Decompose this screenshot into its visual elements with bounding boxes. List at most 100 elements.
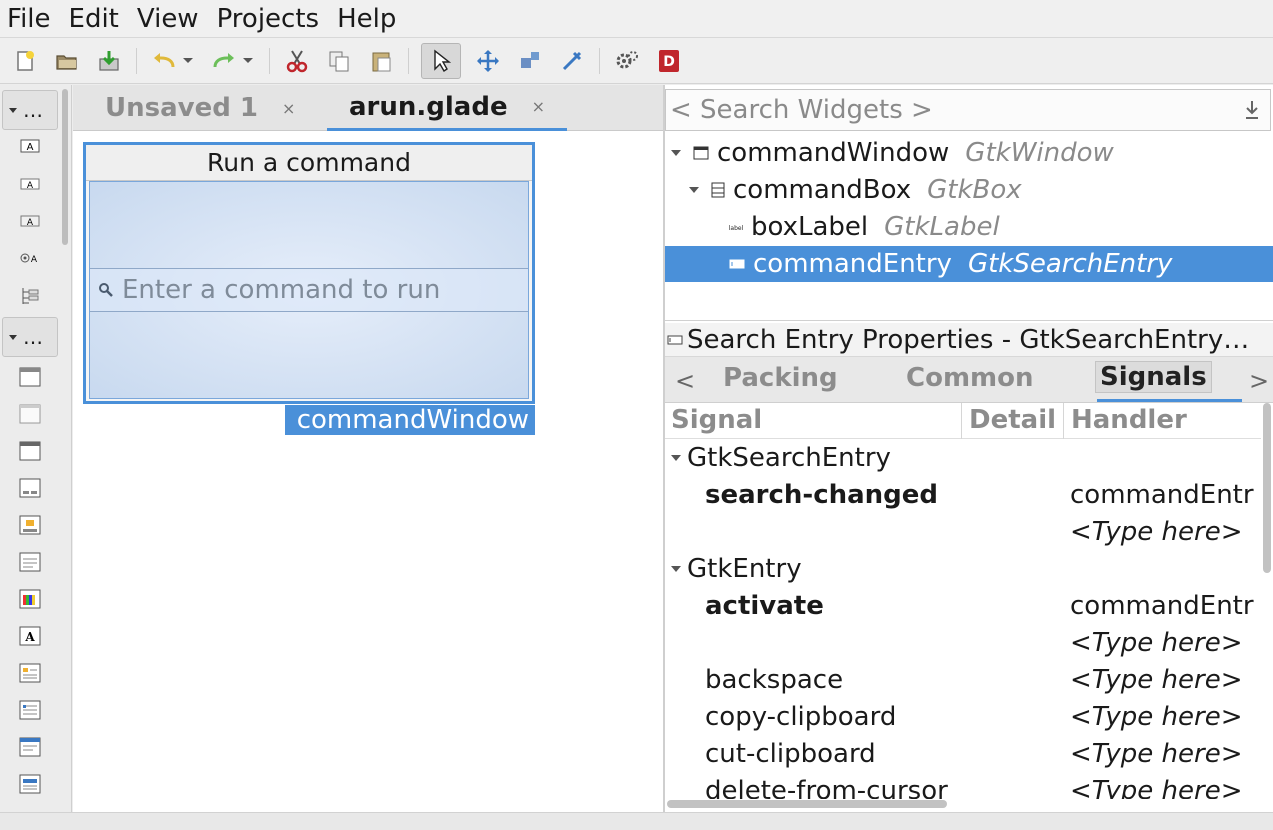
pin-icon [562, 51, 582, 70]
signal-handler[interactable]: <Type here> [1070, 702, 1243, 732]
tab-label: Unsaved 1 [105, 93, 258, 123]
close-icon[interactable]: × [282, 99, 295, 118]
menu-edit[interactable]: Edit [69, 4, 119, 34]
svg-text:A: A [27, 218, 34, 228]
alignment-edit-button[interactable] [557, 46, 587, 76]
tab-packing[interactable]: Packing [723, 363, 838, 393]
column-detail[interactable]: Detail [969, 405, 1056, 435]
palette-scrollbar[interactable] [62, 89, 68, 245]
tab-scroll-left-button[interactable]: < [675, 367, 695, 395]
tab-scroll-right-button[interactable]: > [1249, 367, 1269, 395]
palette-recentchooser-icon[interactable] [18, 699, 42, 721]
palette-label-icon[interactable]: A [18, 135, 42, 157]
column-handler[interactable]: Handler [1071, 405, 1187, 435]
signal-row[interactable]: copy-clipboard <Type here> [665, 698, 1261, 735]
toolbar-separator [408, 47, 409, 74]
palette-colorchooser-icon[interactable] [18, 588, 42, 610]
palette-offscreen-icon[interactable] [18, 403, 42, 425]
palette-appchooser-icon[interactable] [18, 773, 42, 795]
signal-row[interactable]: backspace <Type here> [665, 661, 1261, 698]
palette-radio-icon[interactable]: A [18, 247, 42, 269]
menu-file[interactable]: File [7, 4, 51, 34]
palette-aboutdialog-icon[interactable] [18, 551, 42, 573]
signal-handler[interactable]: <Type here> [1070, 517, 1243, 547]
signal-handler[interactable]: <Type here> [1070, 628, 1243, 658]
palette-messagedialog-icon[interactable] [18, 514, 42, 536]
tab-signals[interactable]: Signals [1095, 361, 1212, 393]
new-file-button[interactable] [10, 46, 40, 76]
select-mode-button[interactable] [421, 42, 461, 79]
palette-group-containers[interactable]: … [2, 317, 58, 357]
save-icon [99, 50, 119, 71]
redo-button[interactable] [209, 46, 239, 76]
signal-handler[interactable]: <Type here> [1070, 739, 1243, 769]
signal-row[interactable]: <Type here> [665, 624, 1261, 661]
cut-button[interactable] [282, 46, 312, 76]
signal-row[interactable]: activate commandEntr [665, 587, 1261, 624]
palette-tree-icon[interactable] [18, 285, 42, 307]
tree-row-commandentry[interactable]: commandEntry GtkSearchEntry [665, 246, 1273, 282]
chevron-down-icon[interactable] [689, 187, 699, 193]
undo-dropdown[interactable] [183, 46, 195, 76]
widget-palette: … A A A A … A [0, 85, 72, 812]
palette-fontchooser-icon[interactable]: A [18, 625, 42, 647]
redo-dropdown[interactable] [243, 46, 255, 76]
menu-projects[interactable]: Projects [217, 4, 320, 34]
signal-row[interactable]: cut-clipboard <Type here> [665, 735, 1261, 772]
palette-assistant-icon[interactable] [18, 736, 42, 758]
signal-row[interactable]: delete-from-cursor <Type here> [665, 772, 1261, 799]
open-button[interactable] [52, 46, 82, 76]
property-tabs: < Packing Common Signals > [665, 357, 1273, 403]
preferences-button[interactable] [612, 46, 642, 76]
drag-resize-button[interactable] [473, 46, 503, 76]
chevron-down-icon[interactable] [671, 455, 681, 461]
palette-text-icon[interactable]: A [18, 173, 42, 195]
signal-group-row[interactable]: GtkEntry [665, 550, 1261, 587]
command-box-preview[interactable]: Enter a command to run [89, 181, 529, 399]
signal-group-row[interactable]: GtkSearchEntry [665, 439, 1261, 476]
statusbar [0, 812, 1273, 830]
command-entry-preview[interactable]: Enter a command to run [90, 268, 528, 312]
signals-horizontal-scrollbar[interactable] [667, 800, 947, 808]
paste-button[interactable] [366, 46, 396, 76]
tree-item-type: GtkSearchEntry [967, 249, 1173, 279]
widget-search-input[interactable]: < Search Widgets > [665, 89, 1271, 131]
undo-button[interactable] [149, 46, 179, 76]
command-window-preview[interactable]: Run a command Enter a command to run [83, 142, 535, 404]
signal-handler[interactable]: commandEntr [1070, 480, 1254, 510]
tree-row-boxlabel[interactable]: label boxLabel GtkLabel [665, 209, 1273, 245]
tab-common[interactable]: Common [906, 363, 1034, 393]
signals-vertical-scrollbar[interactable] [1263, 403, 1271, 573]
sort-icon[interactable] [1242, 98, 1262, 122]
chevron-down-icon[interactable] [671, 150, 681, 156]
folder-open-icon [56, 54, 77, 70]
palette-filechooser-icon[interactable] [18, 662, 42, 684]
signal-row[interactable]: search-changed commandEntr [665, 476, 1261, 513]
chevron-down-icon[interactable] [671, 566, 681, 572]
palette-group-toplevels[interactable]: … [2, 90, 58, 130]
palette-window-icon[interactable] [18, 366, 42, 388]
palette-entry-icon[interactable]: A [18, 210, 42, 232]
signal-handler[interactable]: <Type here> [1070, 776, 1243, 799]
signal-row[interactable]: <Type here> [665, 513, 1261, 550]
tree-row-commandbox[interactable]: commandBox GtkBox [665, 172, 1273, 208]
devhelp-icon: D [659, 49, 679, 72]
signal-handler[interactable]: <Type here> [1070, 665, 1243, 695]
properties-title: Search Entry Properties - GtkSearchEntry… [665, 323, 1273, 357]
save-button[interactable] [94, 46, 124, 76]
column-signal[interactable]: Signal [671, 405, 762, 435]
tab-arun-glade[interactable]: arun.glade × [327, 85, 567, 131]
menu-view[interactable]: View [137, 4, 199, 34]
palette-dialog-icon[interactable] [18, 477, 42, 499]
tree-row-commandwindow[interactable]: commandWindow GtkWindow [665, 135, 1273, 171]
copy-button[interactable] [324, 46, 354, 76]
margin-edit-button[interactable] [515, 46, 545, 76]
tab-label: arun.glade [349, 91, 508, 122]
menubar: File Edit View Projects Help [0, 0, 1273, 38]
close-icon[interactable]: × [532, 97, 545, 116]
tab-unsaved-1[interactable]: Unsaved 1 × [105, 85, 295, 131]
devhelp-button[interactable]: D [654, 46, 684, 76]
palette-applicationwindow-icon[interactable] [18, 440, 42, 462]
menu-help[interactable]: Help [337, 4, 396, 34]
signal-handler[interactable]: commandEntr [1070, 591, 1254, 621]
